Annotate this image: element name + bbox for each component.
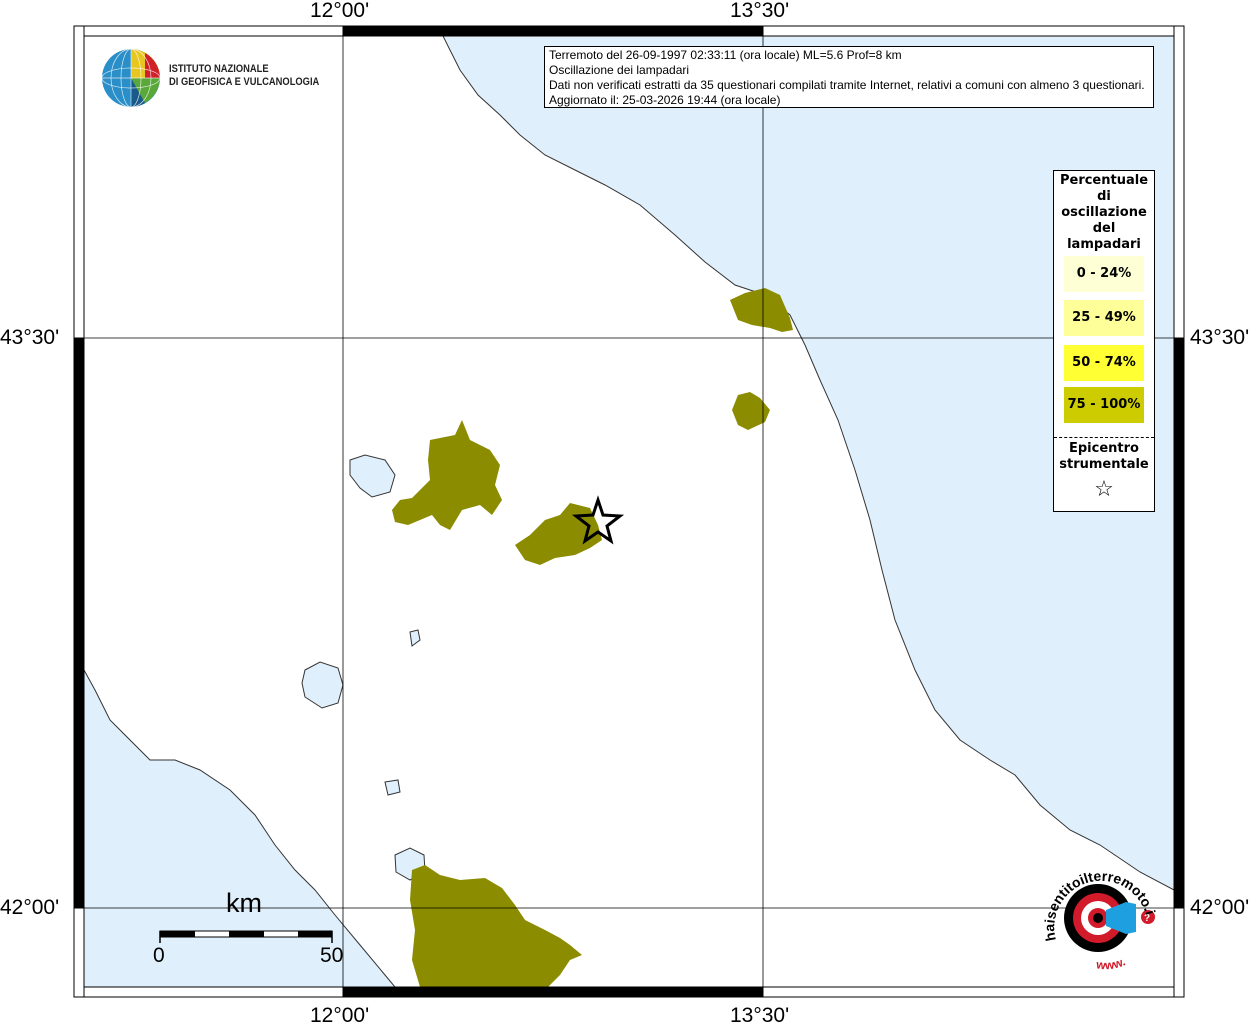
legend-star-icon: ☆ <box>1094 477 1114 502</box>
lat-label-right-bottom: 42°00' <box>1190 896 1250 919</box>
haisentito-logo-www: www. <box>1095 954 1128 972</box>
legend-separator <box>1054 437 1154 438</box>
lon-label-bottom-right: 13°30' <box>730 1004 790 1027</box>
scale-start: 0 <box>153 944 165 967</box>
ingv-logo-line: ISTITUTO NAZIONALE <box>169 63 269 75</box>
legend: Percentuale di oscillazione del lampadar… <box>1053 170 1155 512</box>
legend-title-line: oscillazione <box>1061 205 1147 220</box>
event-info-line: Aggiornato il: 25-03-2026 19:44 (ora loc… <box>549 93 781 107</box>
lat-label-right-top: 43°30' <box>1190 326 1250 349</box>
lon-label-top-left: 12°00' <box>310 0 370 22</box>
event-info-line: Oscillazione dei lampadari <box>549 63 690 77</box>
legend-title-line: lampadari <box>1067 237 1141 252</box>
ingv-logo-line: DI GEOFISICA E VULCANOLOGIA <box>169 76 320 88</box>
legend-title-line: Percentuale <box>1059 173 1149 188</box>
globe-icon <box>101 48 161 108</box>
legend-title: Percentuale di oscillazione del lampadar… <box>1054 173 1154 253</box>
legend-epicenter-label: Epicentro strumentale <box>1054 441 1154 473</box>
lon-label-bottom-left: 12°00' <box>310 1004 370 1027</box>
legend-title-line: del <box>1092 221 1116 236</box>
event-info-line: Terremoto del 26-09-1997 02:33:11 (ora l… <box>549 48 902 62</box>
legend-class-swatch: 50 - 74% <box>1064 345 1144 381</box>
event-info-line: Dati non verificati estratti da 35 quest… <box>549 78 1145 92</box>
scale-unit: km <box>226 888 262 918</box>
legend-title-line: di <box>1097 189 1111 204</box>
legend-class-swatch: 0 - 24% <box>1064 256 1144 292</box>
legend-epicenter-line: strumentale <box>1059 457 1149 472</box>
event-info-box: Terremoto del 26-09-1997 02:33:11 (ora l… <box>544 46 1154 108</box>
scale-end: 50 <box>320 944 344 967</box>
legend-epicenter-line: Epicentro <box>1069 441 1139 456</box>
legend-class-swatch: 25 - 49% <box>1064 300 1144 336</box>
lake-small-2 <box>384 779 401 796</box>
lon-label-top-right: 13°30' <box>730 0 790 22</box>
ingv-logo-text: ISTITUTO NAZIONALE DI GEOFISICA E VULCAN… <box>169 63 319 89</box>
lat-label-left-top: 43°30' <box>0 326 60 349</box>
haisentito-logo: ? haisentitoilterremoto.it www. <box>1036 860 1159 972</box>
lat-label-left-bottom: 42°00' <box>0 896 60 919</box>
legend-class-swatch: 75 - 100% <box>1064 387 1144 423</box>
